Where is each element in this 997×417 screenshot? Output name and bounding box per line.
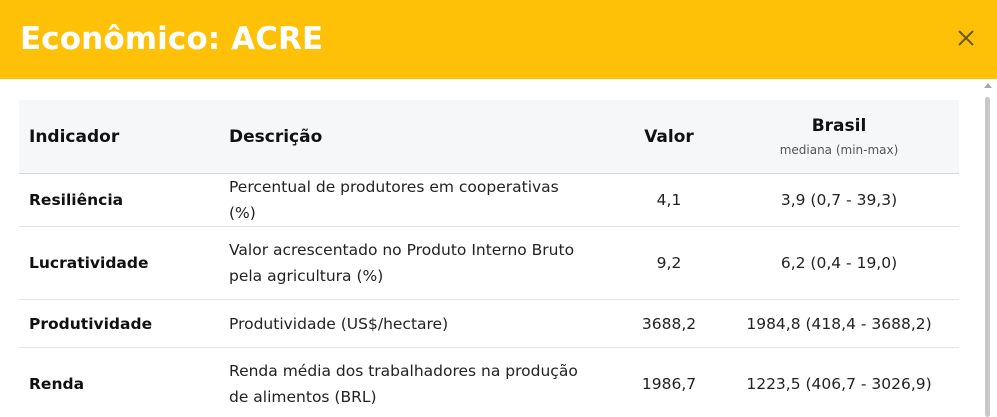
close-icon: [958, 30, 974, 46]
cell-brasil: 1223,5 (406,7 - 3026,9): [719, 347, 959, 417]
table-row: Lucratividade Valor acrescentado no Prod…: [19, 226, 959, 300]
economic-modal: Econômico: ACRE Indicador Descrição Valo…: [0, 0, 997, 417]
table-row: Resiliência Percentual de produtores em …: [19, 173, 959, 227]
cell-value: 3688,2: [619, 299, 719, 348]
modal-body: Indicador Descrição Valor Brasil mediana…: [19, 100, 959, 417]
modal-header: Econômico: ACRE: [0, 0, 997, 79]
vertical-scrollbar[interactable]: [980, 79, 997, 417]
header-description: Descrição: [219, 100, 619, 174]
cell-description: Renda média dos trabalhadores na produçã…: [219, 347, 619, 417]
indicators-table: Indicador Descrição Valor Brasil mediana…: [19, 100, 959, 417]
close-button[interactable]: [955, 27, 977, 49]
cell-brasil: 1984,8 (418,4 - 3688,2): [719, 299, 959, 348]
modal-title: Econômico: ACRE: [20, 21, 324, 57]
table-row: Renda Renda média dos trabalhadores na p…: [19, 347, 959, 417]
header-indicator: Indicador: [19, 100, 219, 174]
cell-brasil: 6,2 (0,4 - 19,0): [719, 226, 959, 300]
cell-description: Valor acrescentado no Produto Interno Br…: [219, 226, 619, 300]
header-brasil-label: Brasil: [811, 116, 867, 136]
cell-description: Produtividade (US$/hectare): [219, 299, 619, 348]
scrollbar-thumb[interactable]: [985, 97, 990, 417]
header-brasil-sub: mediana (min-max): [779, 143, 899, 157]
cell-value: 9,2: [619, 226, 719, 300]
scroll-up-arrow-icon[interactable]: [984, 83, 992, 88]
cell-brasil: 3,9 (0,7 - 39,3): [719, 173, 959, 227]
table-row: Produtividade Produtividade (US$/hectare…: [19, 299, 959, 348]
header-brasil: Brasil mediana (min-max): [719, 100, 959, 174]
cell-indicator: Lucratividade: [19, 226, 219, 300]
table-header-row: Indicador Descrição Valor Brasil mediana…: [19, 100, 959, 174]
cell-value: 4,1: [619, 173, 719, 227]
cell-indicator: Produtividade: [19, 299, 219, 348]
cell-description: Percentual de produtores em cooperativas…: [219, 173, 619, 227]
cell-value: 1986,7: [619, 347, 719, 417]
header-value: Valor: [619, 100, 719, 174]
cell-indicator: Renda: [19, 347, 219, 417]
cell-indicator: Resiliência: [19, 173, 219, 227]
